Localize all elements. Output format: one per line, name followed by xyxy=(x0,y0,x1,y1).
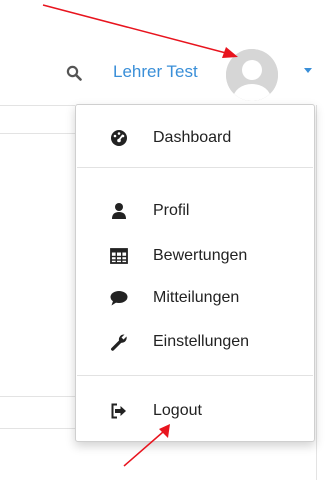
search-icon xyxy=(66,65,82,81)
menu-item-label: Dashboard xyxy=(153,129,232,146)
wrench-icon xyxy=(110,333,128,351)
menu-item-label: Logout xyxy=(153,402,202,419)
caret-down-icon[interactable] xyxy=(304,68,312,73)
comment-icon xyxy=(110,289,128,307)
menu-item-mitteilungen[interactable]: Mitteilungen xyxy=(76,280,314,316)
search-button[interactable] xyxy=(63,62,85,84)
menu-item-label: Mitteilungen xyxy=(153,289,240,306)
menu-item-label: Profil xyxy=(153,202,190,219)
user-name: Lehrer Test xyxy=(113,62,198,81)
avatar-placeholder-icon xyxy=(226,49,278,101)
menu-divider xyxy=(77,375,313,376)
page-divider-upper xyxy=(0,133,75,134)
page-divider-lower xyxy=(0,396,75,397)
menu-divider xyxy=(77,167,313,168)
menu-item-dashboard[interactable]: Dashboard xyxy=(76,120,314,156)
menu-item-label: Bewertungen xyxy=(153,247,248,264)
user-dropdown-menu: Dashboard Profil Bewertungen Mitteilunge… xyxy=(75,104,315,442)
menu-item-logout[interactable]: Logout xyxy=(76,393,314,429)
sign-out-icon xyxy=(110,402,128,420)
arrow-to-avatar xyxy=(42,4,238,58)
page-right-edge xyxy=(316,105,317,480)
user-icon xyxy=(110,202,128,220)
dashboard-icon xyxy=(110,129,128,147)
menu-item-profil[interactable]: Profil xyxy=(76,193,314,229)
user-menu-toggle[interactable]: Lehrer Test xyxy=(113,52,198,92)
table-icon xyxy=(110,247,128,265)
avatar[interactable] xyxy=(226,49,278,101)
menu-item-bewertungen[interactable]: Bewertungen xyxy=(76,238,314,274)
page-divider-bottom xyxy=(0,428,75,429)
page-divider-top xyxy=(0,105,75,106)
menu-item-einstellungen[interactable]: Einstellungen xyxy=(76,324,314,360)
menu-item-label: Einstellungen xyxy=(153,333,250,350)
